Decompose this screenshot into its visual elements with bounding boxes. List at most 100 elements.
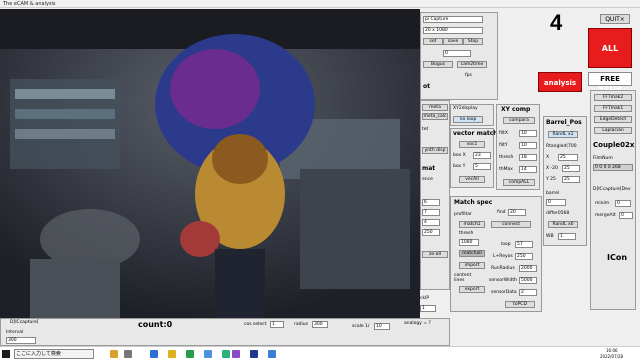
window-title: The eCAM & analysis — [3, 1, 56, 7]
count-label: count:0 — [138, 320, 173, 329]
resolution-select[interactable]: 20 x 1080 — [423, 27, 483, 34]
app-icon-8[interactable] — [232, 350, 240, 358]
no-loop-button[interactable]: no loop — [453, 116, 483, 123]
bogus-button[interactable]: Bogus — [423, 61, 453, 68]
sensorwidth-field[interactable]: 5000 — [519, 277, 537, 284]
free-button[interactable]: FREE — [588, 72, 632, 86]
zoom-label: ot — [423, 83, 430, 90]
filtx-field[interactable]: 10 — [519, 130, 537, 137]
box-y-field[interactable]: 5 — [473, 163, 491, 170]
interval-field[interactable]: 300 — [6, 337, 36, 344]
laplacian-button[interactable]: Laplacian — [594, 127, 632, 134]
vecall-button[interactable]: vecAll — [459, 176, 485, 183]
app-icon-7[interactable] — [222, 350, 230, 358]
lrays-field[interactable]: 250 — [515, 253, 533, 260]
capture-bottom-label: D]ICcapture[ — [10, 320, 39, 325]
meta-button[interactable]: meta — [422, 104, 448, 111]
app-icon-10[interactable] — [268, 350, 276, 358]
filmnum-field[interactable]: 0 0 0 0 268 — [593, 164, 633, 171]
stub-field-3[interactable]: 4 — [422, 219, 440, 226]
barrel-label: barrel — [546, 191, 560, 196]
thresh-label: thresh — [499, 155, 514, 160]
xy-display-panel: XY2display no loop — [450, 104, 494, 126]
thmax-field[interactable]: 14 — [519, 166, 537, 173]
cam2time-button[interactable]: cam2time — [457, 61, 487, 68]
app-icon-4[interactable] — [168, 350, 176, 358]
save-button[interactable]: save — [443, 38, 463, 45]
icon-label: ICon — [607, 253, 628, 262]
merge-field[interactable]: 0 — [619, 212, 633, 219]
value-field[interactable]: 0 — [443, 50, 471, 57]
find-label: find — [497, 210, 506, 215]
voc-button[interactable]: voc1 — [459, 141, 485, 148]
loop-field[interactable]: 57 — [515, 241, 533, 248]
x-field[interactable]: 25 — [558, 154, 578, 161]
fftmak1-button[interactable]: FFTmak1 — [594, 105, 632, 112]
lrays-label: L+Reyos — [493, 254, 513, 259]
xy-comp-title: XY comp — [501, 106, 531, 113]
camera-frame-image — [0, 9, 420, 319]
randl-button[interactable]: RandL x1 — [548, 131, 578, 138]
runradius-field[interactable]: 2000 — [519, 265, 537, 272]
quit-button[interactable]: QUIT× — [600, 14, 630, 24]
app-icon-5[interactable] — [186, 350, 194, 358]
box-x-field[interactable]: 23 — [473, 152, 491, 159]
edgedetect-button[interactable]: EdgeDetect — [594, 116, 632, 123]
device-select[interactable]: pi Capture — [423, 16, 483, 23]
filmnum-label: FilmNum — [593, 156, 613, 161]
find-field[interactable]: 20 — [508, 209, 526, 216]
stub-field-4[interactable]: 250 — [422, 229, 440, 236]
stub-field-2[interactable]: 7 — [422, 209, 440, 216]
export-button[interactable]: export — [459, 286, 485, 293]
stub-all-button[interactable]: ze-all — [422, 251, 448, 258]
sensordata-field[interactable]: 2 — [519, 289, 537, 296]
import-button[interactable]: import — [459, 262, 485, 269]
thresh-1080-field[interactable]: 1080 — [459, 239, 479, 246]
matchall-button[interactable]: matchall — [459, 250, 485, 257]
cos-select-field[interactable]: 1 — [270, 321, 284, 328]
fftmak2-button[interactable]: FFTmak2 — [594, 94, 632, 101]
ence-label: ence — [422, 177, 433, 182]
randl2-button[interactable]: RandL x0 — [548, 221, 578, 228]
barrel-pos-title: Barrel_Pos — [546, 119, 582, 126]
all-stop-button[interactable]: ALL STOP — [588, 28, 632, 93]
app-icon-2[interactable] — [124, 350, 132, 358]
minim-field[interactable]: 0 — [615, 200, 631, 207]
stub-field-1[interactable]: 6 — [422, 199, 440, 206]
taskbar-search-input[interactable]: ここに入力して検索 — [14, 349, 94, 359]
meta-calc-button[interactable]: meta_calc — [422, 113, 448, 120]
merge-label: mergeAlt — [595, 213, 616, 218]
y-field[interactable]: 25 — [562, 176, 580, 183]
app-icon-1[interactable] — [110, 350, 118, 358]
topcd-button[interactable]: toPCD — [505, 301, 535, 308]
set-button[interactable]: set — [423, 38, 443, 45]
xo-field[interactable]: 25 — [562, 165, 580, 172]
connect-button[interactable]: connect — [491, 221, 531, 228]
app-icon-3[interactable] — [150, 350, 158, 358]
app-icon-6[interactable] — [204, 350, 212, 358]
compara-button[interactable]: compara — [503, 117, 535, 124]
compall-button[interactable]: compALL — [503, 179, 535, 186]
radius-field[interactable]: 300 — [312, 321, 328, 328]
x-label: X — [546, 155, 550, 160]
synth-disp-button[interactable]: ynth disp — [422, 147, 448, 154]
match-spec-panel: Match spec find 20 profiltar match1 conn… — [450, 196, 542, 312]
barrel-field[interactable]: 0 — [546, 199, 566, 206]
filtx-label: filtX — [499, 131, 508, 136]
scale-field[interactable]: 10 — [374, 323, 390, 330]
y-label: Y 25 — [546, 177, 556, 182]
thresh-field[interactable]: 18 — [519, 154, 537, 161]
camera-view[interactable] — [0, 9, 420, 319]
ckip-field[interactable]: 1 — [420, 305, 436, 312]
windows-start-icon[interactable] — [2, 350, 10, 358]
analysis-button[interactable]: analysis — [538, 72, 582, 92]
couple-label: Couple02x — [593, 141, 635, 149]
stub-column: meta meta_calc tet ynth disp mat ence 6 … — [420, 100, 450, 290]
wb-field[interactable]: 1 — [558, 233, 576, 240]
filty-field[interactable]: 10 — [519, 142, 537, 149]
sensordata-label: sensorData — [491, 290, 517, 295]
stop-button[interactable]: Stop — [463, 38, 483, 45]
app-icon-9[interactable] — [250, 350, 258, 358]
thresh2-label: thresh — [459, 231, 474, 236]
match1-button[interactable]: match1 — [459, 221, 485, 228]
